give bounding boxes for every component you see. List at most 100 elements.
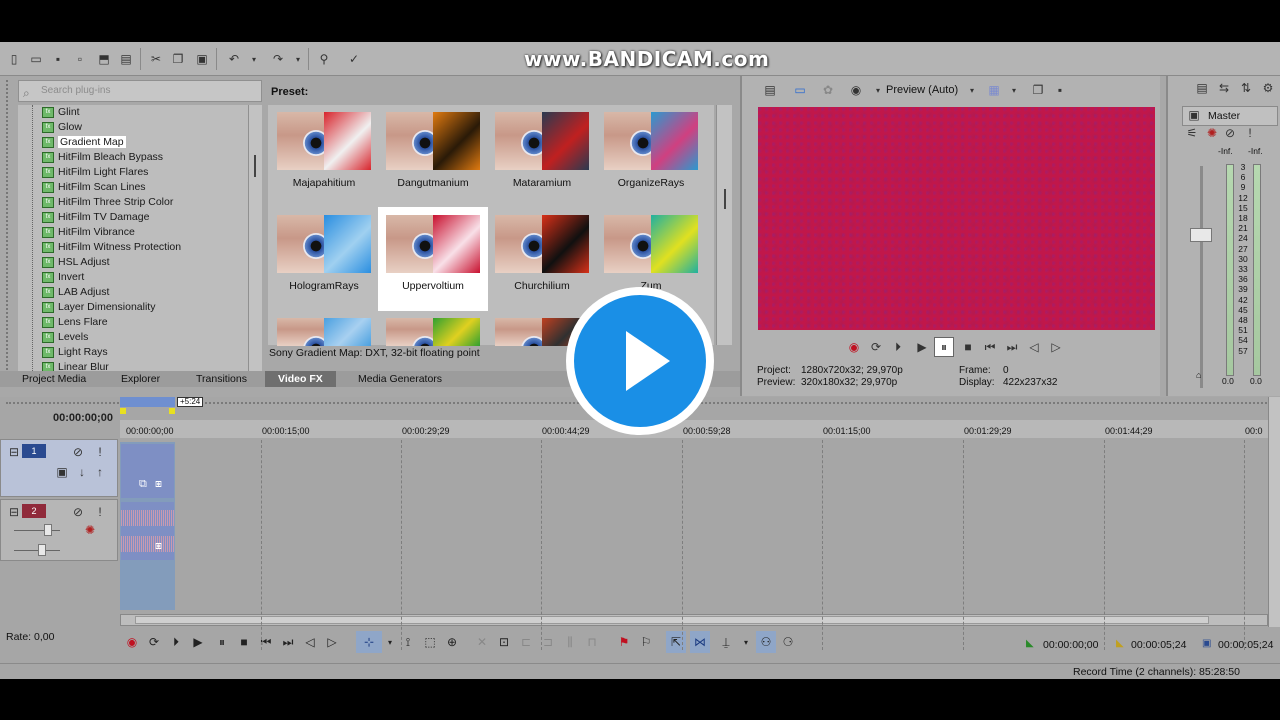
preset-thumbnail[interactable] [604, 112, 698, 170]
play-icon[interactable]: ▶ [188, 631, 208, 653]
stop-icon[interactable]: ■ [234, 631, 254, 653]
plugin-item[interactable]: fx HitFilm Vibrance [42, 225, 135, 240]
normal-edit-tool-icon[interactable]: ⊹ [356, 631, 382, 653]
video-event[interactable]: ⧉ ⧆ [121, 444, 174, 498]
redo-icon[interactable]: ↷ [270, 51, 286, 67]
split-screen-icon[interactable]: ◉ [848, 82, 864, 98]
open-icon[interactable]: ▭ [28, 51, 44, 67]
preset-thumbnail[interactable] [277, 112, 371, 170]
plugin-item[interactable]: fx Lens Flare [42, 315, 108, 330]
plugin-item[interactable]: fx Light Rays [42, 345, 108, 360]
plugin-item[interactable]: fx Glint [42, 105, 80, 120]
mute-icon[interactable]: ⊘ [1222, 125, 1238, 141]
audio-event[interactable]: ⧆ [121, 502, 174, 560]
trim-start-icon[interactable]: ⊏ [516, 631, 536, 653]
play-icon[interactable]: ▶ [914, 339, 930, 355]
cut-icon[interactable]: ✂ [148, 51, 164, 67]
plugin-item[interactable]: fx Layer Dimensionality [42, 300, 155, 315]
track-fx-icon[interactable]: ▣ [54, 464, 70, 480]
previous-frame-icon[interactable]: ◁ [300, 631, 320, 653]
stop-icon[interactable]: ■ [960, 339, 976, 355]
plugin-tree-scrollbar[interactable] [248, 105, 262, 371]
plugin-item[interactable]: fx LAB Adjust [42, 285, 109, 300]
master-fader-thumb[interactable] [1190, 228, 1212, 242]
insert-marker-icon[interactable]: ⚑ [614, 631, 634, 653]
mute-icon[interactable]: ⊘ [70, 504, 86, 520]
plugin-item[interactable]: fx HitFilm TV Damage [42, 210, 149, 225]
play-from-start-icon[interactable]: ⏵ [166, 631, 186, 653]
tab-transitions[interactable]: Transitions [196, 371, 247, 387]
split-icon[interactable]: ⫼ [560, 631, 580, 653]
ignore-grouping-icon[interactable]: ⚆ [778, 631, 798, 653]
delete-icon[interactable]: ✕ [472, 631, 492, 653]
plugin-item[interactable]: fx HitFilm Scan Lines [42, 180, 146, 195]
tab-media-generators[interactable]: Media Generators [358, 371, 442, 387]
ripple-edit-icon[interactable]: ⍊ [716, 631, 736, 653]
preset-thumbnail[interactable] [386, 215, 480, 273]
bus-properties-icon[interactable]: ▣ [1186, 107, 1202, 123]
event-fx-icon[interactable]: ⧆ [155, 540, 162, 553]
pause-icon[interactable]: ⏸ [212, 631, 232, 653]
render-icon[interactable]: ⬒ [96, 51, 112, 67]
lock-envelopes-icon[interactable]: ⚇ [756, 631, 776, 653]
preview-properties-icon[interactable]: ▤ [762, 82, 778, 98]
volume-slider-thumb[interactable] [44, 524, 52, 536]
preset-scrollbar[interactable] [716, 105, 732, 345]
next-frame-icon[interactable]: ▷ [322, 631, 342, 653]
enable-snapping-icon[interactable]: ⇱ [666, 631, 686, 653]
tab-video-fx[interactable]: Video FX [265, 371, 336, 387]
preset-thumbnail[interactable] [277, 215, 371, 273]
plugin-item[interactable]: fx Invert [42, 270, 84, 285]
paste-icon[interactable]: ▣ [194, 51, 210, 67]
tools-icon[interactable]: ✓ [346, 51, 362, 67]
insert-fx-icon[interactable]: ⚟ [1184, 125, 1200, 141]
mixer-properties-icon[interactable]: ▤ [1194, 80, 1210, 96]
plugin-item-selected[interactable]: fx Gradient Map [42, 135, 126, 150]
pan-slider-thumb[interactable] [38, 544, 46, 556]
selection-end-time[interactable]: 00:00:05;24 [1131, 639, 1186, 651]
pause-icon[interactable]: ⏸ [934, 337, 954, 357]
mute-icon[interactable]: ⊘ [70, 444, 86, 460]
chevron-down-icon[interactable]: ▾ [736, 631, 756, 653]
preview-quality-select[interactable]: Preview (Auto) [886, 84, 958, 96]
plugin-item[interactable]: fx HSL Adjust [42, 255, 110, 270]
track-minimize-icon[interactable]: ⊟ [6, 444, 22, 460]
undo-icon[interactable]: ↶ [226, 51, 242, 67]
loop-region-bar[interactable] [120, 397, 175, 407]
search-input[interactable]: ⌕ Search plug-ins [18, 80, 262, 102]
selection-length-time[interactable]: 00:00:05;24 [1218, 639, 1273, 651]
go-to-start-icon[interactable]: ⏮ [982, 339, 998, 355]
solo-icon[interactable]: ! [1242, 125, 1258, 141]
compositing-child-icon[interactable]: ↓ [74, 464, 90, 480]
timeline-hscrollbar[interactable] [120, 614, 1268, 626]
track-minimize-icon[interactable]: ⊟ [6, 504, 22, 520]
redo-dropdown-icon[interactable]: ▾ [290, 51, 306, 67]
new-icon[interactable]: ▯ [6, 51, 22, 67]
chevron-down-icon[interactable]: ▾ [380, 631, 400, 653]
go-to-start-icon[interactable]: ⏮ [256, 631, 276, 653]
in-out-markers[interactable] [120, 408, 175, 414]
event-fx-icon[interactable]: ⧆ [155, 478, 162, 491]
preset-thumbnail[interactable] [386, 318, 480, 346]
plugin-item[interactable]: fx HitFilm Three Strip Color [42, 195, 173, 210]
preset-thumbnail[interactable] [604, 215, 698, 273]
preset-thumbnail[interactable] [277, 318, 371, 346]
save-as-icon[interactable]: ▫ [72, 51, 88, 67]
next-frame-icon[interactable]: ▷ [1048, 339, 1064, 355]
plugin-tree[interactable]: fx Glint fx Glow fx Gradient Map fx HitFilm … [18, 105, 248, 371]
scrollbar-thumb[interactable] [254, 155, 256, 177]
bus-fx-icon[interactable]: ✺ [1204, 125, 1220, 141]
save-icon[interactable]: ▪ [50, 51, 66, 67]
fader-lock-icon[interactable]: ⌂ [1196, 370, 1201, 380]
chevron-down-icon[interactable]: ▾ [964, 82, 980, 98]
plugin-item[interactable]: fx Glow [42, 120, 82, 135]
undo-dropdown-icon[interactable]: ▾ [246, 51, 262, 67]
zoom-tool-icon[interactable]: ⊕ [442, 631, 462, 653]
plugin-item[interactable]: fx HitFilm Bleach Bypass [42, 150, 163, 165]
snap-icon[interactable]: ⚲ [316, 51, 332, 67]
go-to-end-icon[interactable]: ⏭ [278, 631, 298, 653]
external-monitor-icon[interactable]: ▭ [792, 82, 808, 98]
timeline-vscrollbar[interactable] [1268, 397, 1280, 627]
plugin-item[interactable]: fx Levels [42, 330, 88, 345]
chevron-down-icon[interactable]: ▾ [870, 82, 886, 98]
